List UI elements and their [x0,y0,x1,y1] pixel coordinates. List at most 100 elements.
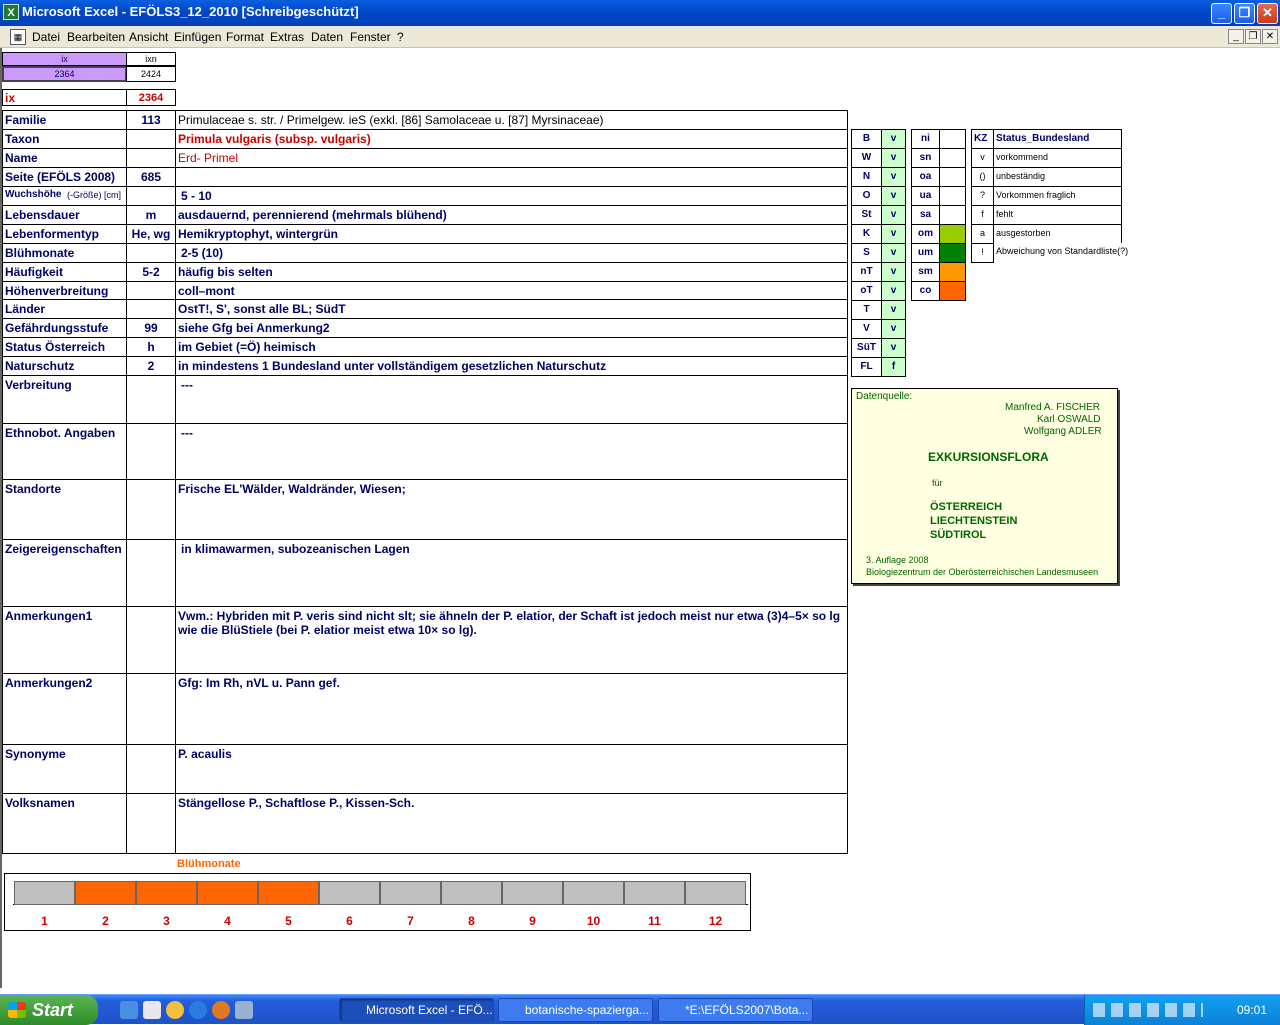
row-code-5[interactable]: m [126,205,176,225]
row-value-15[interactable]: --- [175,423,848,480]
menu-extras[interactable]: Extras [270,30,304,44]
excel-app-icon[interactable]: X [3,4,19,20]
row-label-15[interactable]: Ethnobot. Angaben [2,423,127,480]
row-code-12[interactable]: h [126,337,176,357]
state-code-12[interactable]: FL [851,357,882,377]
legend-kz-4[interactable]: a [971,224,994,244]
row-label-14[interactable]: Verbreitung [2,375,127,424]
row-value-20[interactable]: P. acaulis [175,744,848,794]
row-code-3[interactable]: 685 [126,167,176,187]
state-value-11[interactable]: v [881,338,906,358]
row-value-21[interactable]: Stängellose P., Schaftlose P., Kissen-Sc… [175,793,848,854]
state-value-3[interactable]: v [881,186,906,206]
row-code-17[interactable] [126,539,176,607]
row-code-1[interactable] [126,129,176,149]
state-value-4[interactable]: v [881,205,906,225]
row-code-2[interactable] [126,148,176,168]
menu-daten[interactable]: Daten [311,30,343,44]
quicklaunch-desktop-icon[interactable] [143,1001,161,1019]
row-code-20[interactable] [126,744,176,794]
row-code-7[interactable] [126,243,176,263]
state-code-7[interactable]: nT [851,262,882,282]
menu-ansicht[interactable]: Ansicht [129,30,168,44]
row-label-9[interactable]: Höhenverbreitung [2,281,127,300]
zone-code-1[interactable]: sn [911,148,940,168]
restore-button[interactable]: ❐ [1234,3,1255,24]
row-value-5[interactable]: ausdauernd, perennierend (mehrmals blühe… [175,205,848,225]
row-label-1[interactable]: Taxon [2,129,127,149]
state-code-10[interactable]: V [851,319,882,339]
row-code-19[interactable] [126,673,176,745]
state-value-10[interactable]: v [881,319,906,339]
row-code-8[interactable]: 5-2 [126,262,176,282]
row-label-13[interactable]: Naturschutz [2,356,127,376]
legend-kz-2[interactable]: ? [971,186,994,206]
row-label-20[interactable]: Synonyme [2,744,127,794]
row-code-13[interactable]: 2 [126,356,176,376]
row-value-0[interactable]: Primulaceae s. str. / Primelgew. ieS (ex… [175,110,848,130]
menu-einfuegen[interactable]: Einfügen [174,30,221,44]
legend-header-status[interactable]: Status_Bundesland [993,129,1122,149]
row-label-17[interactable]: Zeigereigenschaften [2,539,127,607]
zone-code-7[interactable]: sm [911,262,940,282]
row-value-12[interactable]: im Gebiet (=Ö) heimisch [175,337,848,357]
row-code-11[interactable]: 99 [126,318,176,338]
zone-swatch-2[interactable] [939,167,966,187]
state-value-9[interactable]: v [881,300,906,320]
row-code-21[interactable] [126,793,176,854]
row-value-3[interactable] [175,167,848,187]
legend-text-4[interactable]: ausgestorben [993,224,1122,244]
task-firefox[interactable]: botanische-spazierga... [498,998,653,1022]
row-value-6[interactable]: Hemikryptophyt, wintergrün [175,224,848,244]
row-label-7[interactable]: Blühmonate [2,243,127,263]
row-label-12[interactable]: Status Österreich [2,337,127,357]
state-value-2[interactable]: v [881,167,906,187]
row-label-10[interactable]: Länder [2,299,127,319]
row-code-4[interactable] [126,186,176,206]
state-value-7[interactable]: v [881,262,906,282]
doc-minimize-button[interactable]: _ [1228,29,1244,44]
ix-red-cell[interactable]: 2364 [126,89,176,106]
task-excel[interactable]: Microsoft Excel - EFÖ... [339,998,494,1022]
menu-datei[interactable]: Datei [32,30,60,44]
row-code-0[interactable]: 113 [126,110,176,130]
state-code-9[interactable]: T [851,300,882,320]
ixn-value-cell[interactable]: 2424 [126,66,176,82]
legend-text-2[interactable]: Vorkommen fraglich [993,186,1122,206]
row-label-11[interactable]: Gefährdungsstufe [2,318,127,338]
row-code-10[interactable] [126,299,176,319]
row-value-9[interactable]: coll–mont [175,281,848,300]
legend-text-1[interactable]: unbeständig [993,167,1122,187]
row-label-4[interactable]: Wuchshöhe (-Größe) [cm] [2,186,127,206]
row-value-14[interactable]: --- [175,375,848,424]
row-label-19[interactable]: Anmerkungen2 [2,673,127,745]
ix-header-cell[interactable]: ix [2,52,127,66]
state-code-1[interactable]: W [851,148,882,168]
row-value-1[interactable]: Primula vulgaris (subsp. vulgaris) [175,129,848,149]
zone-code-2[interactable]: oa [911,167,940,187]
zone-code-3[interactable]: ua [911,186,940,206]
zone-swatch-0[interactable] [939,129,966,149]
quicklaunch-browser-icon[interactable] [189,1001,207,1019]
row-label-0[interactable]: Familie [2,110,127,130]
row-label-6[interactable]: Lebenformentyp [2,224,127,244]
zone-swatch-5[interactable] [939,224,966,244]
zone-code-5[interactable]: om [911,224,940,244]
row-code-9[interactable] [126,281,176,300]
zone-swatch-6[interactable] [939,243,966,263]
row-value-7[interactable]: 2-5 (10) [175,243,848,263]
state-code-5[interactable]: K [851,224,882,244]
row-value-13[interactable]: in mindestens 1 Bundesland unter vollstä… [175,356,848,376]
doc-close-button[interactable]: ✕ [1262,29,1278,44]
row-label-18[interactable]: Anmerkungen1 [2,606,127,674]
row-value-18[interactable]: Vwm.: Hybriden mit P. veris sind nicht s… [175,606,848,674]
row-value-16[interactable]: Frische EL'Wälder, Waldränder, Wiesen; [175,479,848,540]
row-label-8[interactable]: Häufigkeit [2,262,127,282]
row-value-11[interactable]: siehe Gfg bei Anmerkung2 [175,318,848,338]
row-value-17[interactable]: in klimawarmen, subozeanischen Lagen [175,539,848,607]
row-label-2[interactable]: Name [2,148,127,168]
state-code-0[interactable]: B [851,129,882,149]
quicklaunch-firefox-icon[interactable] [212,1001,230,1019]
state-code-4[interactable]: St [851,205,882,225]
zone-swatch-4[interactable] [939,205,966,225]
